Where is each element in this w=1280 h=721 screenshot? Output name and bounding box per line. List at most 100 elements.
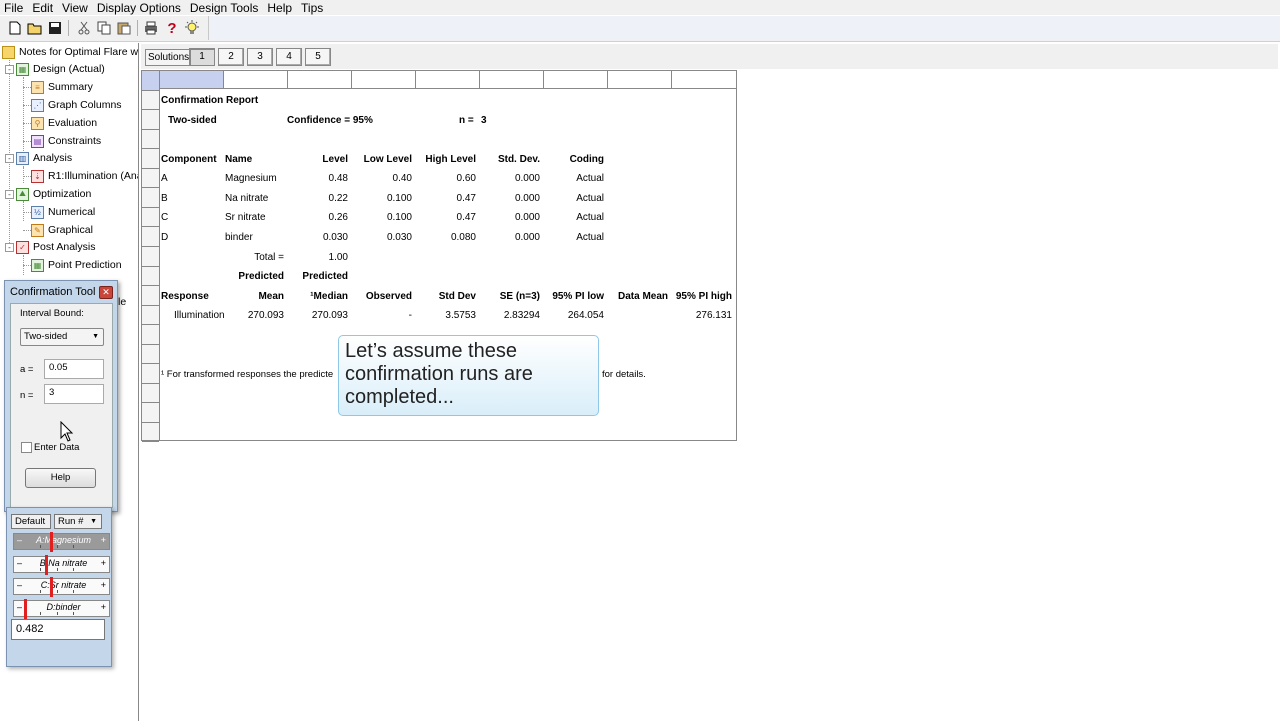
plus-icon[interactable]: + [101,602,106,612]
row-header-cell[interactable] [142,71,159,91]
cell-response: Illumination [174,310,225,321]
row-header-cell[interactable] [142,364,159,384]
slider-na-nitrate[interactable]: – B:Na nitrate + [13,555,110,575]
minus-icon[interactable]: – [17,580,22,590]
menu-file[interactable]: File [4,1,23,15]
plus-icon[interactable]: + [101,558,106,568]
alpha-input[interactable]: 0.05 [44,359,104,379]
menu-display-options[interactable]: Display Options [97,1,181,15]
row-header-cell[interactable] [142,247,159,267]
row-header-cell[interactable] [142,325,159,345]
cell-name: binder [225,232,253,243]
col-mean: Mean [258,291,284,302]
run-number-select[interactable]: Run # ▼ [54,514,102,529]
tree-root[interactable]: Notes for Optimal Flare wit [2,44,138,60]
help-button[interactable]: Help [25,468,96,488]
close-icon[interactable]: ✕ [99,286,113,299]
collapse-toggle[interactable]: - [5,65,14,74]
chevron-down-icon: ▼ [90,518,97,525]
tree-item-analysis[interactable]: ▥ Analysis [16,150,72,166]
total-value: 1.00 [328,252,348,263]
row-header-cell[interactable] [142,110,159,130]
tree-item-design[interactable]: ▦ Design (Actual) [16,61,105,77]
solution-button-5[interactable]: 5 [305,48,331,66]
slider-marker[interactable] [50,532,53,552]
collapse-toggle[interactable]: - [5,190,14,199]
help-question-icon[interactable]: ? [164,20,180,37]
slider-marker[interactable] [45,555,49,575]
collapse-toggle[interactable]: - [5,243,14,252]
tree-item-numerical[interactable]: ½ Numerical [31,204,95,220]
tree-item-optimization[interactable]: ⛰ Optimization [16,186,91,202]
slider-label: A:Magnesium [35,535,92,545]
toolbar: ? [0,16,1280,42]
copy-icon[interactable] [96,20,112,36]
row-header-cell[interactable] [142,149,159,169]
tree-item-summary[interactable]: ≡ Summary [31,79,93,95]
row-header-cell[interactable] [142,91,159,111]
tree-item-point-prediction[interactable]: ▦ Point Prediction [31,257,122,273]
menu-bar: File Edit View Display Options Design To… [0,0,1280,15]
enter-data-checkbox[interactable] [21,442,32,453]
col-median: ¹Median [310,291,348,302]
tree-item-graph-columns[interactable]: ⋰ Graph Columns [31,97,122,113]
collapse-toggle[interactable]: - [5,154,14,163]
cell-sd: 0.000 [514,232,540,243]
slider-marker[interactable] [50,577,53,597]
solution-button-3[interactable]: 3 [247,48,273,66]
row-header-cell[interactable] [142,403,159,423]
paste-icon[interactable] [116,20,132,36]
open-folder-icon[interactable] [27,20,43,36]
tree-item-label: Numerical [48,206,96,218]
print-icon[interactable] [143,20,159,36]
response-icon: ⇣ [31,169,44,183]
interval-bound-select[interactable]: Two-sided ▼ [20,328,104,346]
solution-button-4[interactable]: 4 [276,48,302,66]
tree-item-graphical[interactable]: ✎ Graphical [31,222,93,238]
default-button[interactable]: Default [11,514,51,529]
save-icon[interactable] [47,20,63,36]
row-header-cell[interactable] [142,423,159,443]
n-input[interactable]: 3 [44,384,104,404]
solution-button-1[interactable]: 1 [189,48,215,66]
minus-icon[interactable]: – [17,602,22,612]
solution-button-2[interactable]: 2 [218,48,244,66]
col-component: Component [161,154,217,165]
tree-item-label: Graphical [48,224,93,236]
slider-marker[interactable] [24,599,27,619]
row-header-cell[interactable] [142,169,159,189]
cell-median: 270.093 [311,310,348,321]
slider-binder[interactable]: – D:binder + [13,599,110,619]
row-header-cell[interactable] [142,306,159,326]
minus-icon[interactable]: – [17,535,22,545]
new-file-icon[interactable] [7,20,23,36]
menu-help[interactable]: Help [267,1,292,15]
menu-design-tools[interactable]: Design Tools [190,1,258,15]
minus-icon[interactable]: – [17,558,22,568]
chevron-down-icon: ▼ [92,333,99,340]
row-header-cell[interactable] [142,345,159,365]
row-header-cell[interactable] [142,130,159,150]
row-header-cell[interactable] [142,286,159,306]
confirmation-tool-panel: Interval Bound: Two-sided ▼ a = 0.05 n =… [10,303,113,508]
menu-tips[interactable]: Tips [301,1,323,15]
tree-item-r1-illumination[interactable]: ⇣ R1:Illumination (Anal [31,168,138,184]
slider-magnesium[interactable]: – A:Magnesium + [13,532,110,552]
menu-view[interactable]: View [62,1,88,15]
tree-item-evaluation[interactable]: ⚲ Evaluation [31,115,97,131]
row-header-cell[interactable] [142,227,159,247]
plus-icon[interactable]: + [101,580,106,590]
slider-value-field[interactable]: 0.482 [11,619,105,640]
row-header-cell[interactable] [142,208,159,228]
tree-item-constraints[interactable]: ▤ Constraints [31,133,101,149]
row-header-cell[interactable] [142,384,159,404]
run-number-label: Run # [58,516,84,527]
cut-icon[interactable] [76,20,92,36]
tree-item-post-analysis[interactable]: ✓ Post Analysis [16,239,95,255]
row-header-cell[interactable] [142,188,159,208]
tips-lightbulb-icon[interactable] [184,20,200,36]
plus-icon[interactable]: + [101,535,106,545]
menu-edit[interactable]: Edit [32,1,53,15]
slider-sr-nitrate[interactable]: – C:Sr nitrate + [13,577,110,597]
row-header-cell[interactable] [142,267,159,287]
